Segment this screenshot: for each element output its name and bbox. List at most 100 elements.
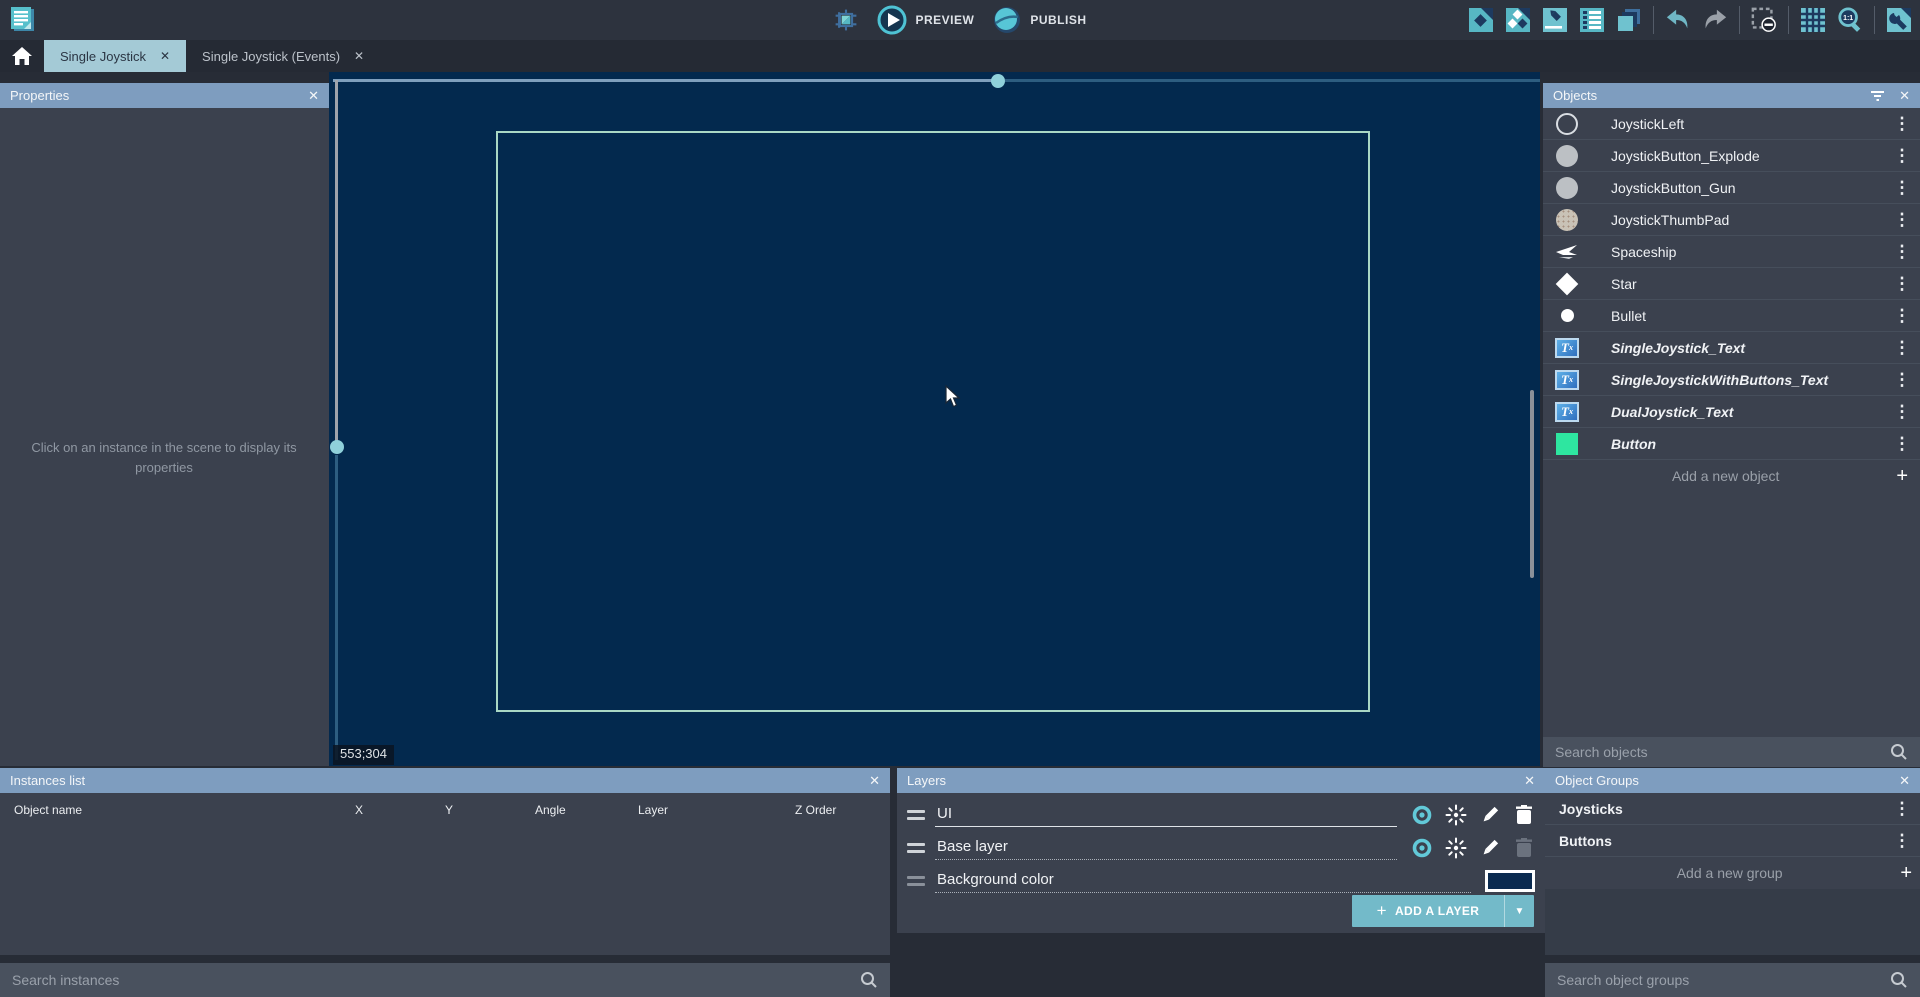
object-name: SingleJoystick_Text: [1611, 340, 1892, 356]
object-groups-title: Object Groups: [1555, 773, 1639, 788]
kebab-menu-icon[interactable]: ⋮: [1892, 242, 1912, 262]
background-color-label: Background color: [935, 869, 1471, 893]
objects-panel-title: Objects: [1553, 88, 1597, 103]
close-icon[interactable]: ✕: [1899, 88, 1910, 104]
add-layer-dropdown[interactable]: ▼: [1504, 895, 1534, 927]
zoom-1-1-icon[interactable]: 1:1: [1837, 7, 1863, 33]
visibility-eye-icon[interactable]: [1411, 837, 1433, 859]
grid-icon[interactable]: [1800, 7, 1826, 33]
group-name: Joysticks: [1559, 801, 1892, 817]
search-objects-input[interactable]: Search objects: [1543, 737, 1920, 767]
redo-icon[interactable]: [1702, 7, 1728, 33]
search-instances-input[interactable]: Search instances: [0, 963, 890, 997]
search-objects-placeholder: Search objects: [1555, 744, 1890, 760]
object-groups-icon[interactable]: [1505, 7, 1531, 33]
object-row[interactable]: Tx SingleJoystick_Text ⋮: [1543, 332, 1920, 364]
scene-canvas[interactable]: 553;304: [329, 72, 1540, 766]
visibility-eye-icon[interactable]: [1411, 804, 1433, 826]
close-icon[interactable]: ✕: [308, 88, 319, 104]
canvas-hscroll-track[interactable]: [1005, 79, 1540, 82]
background-color-row: Background color: [897, 864, 1545, 897]
search-icon: [1890, 971, 1908, 989]
svg-text:1:1: 1:1: [1843, 15, 1853, 22]
object-row[interactable]: Tx SingleJoystickWithButtons_Text ⋮: [1543, 364, 1920, 396]
add-layer-button[interactable]: + ADD A LAYER ▼: [1352, 895, 1534, 927]
kebab-menu-icon[interactable]: ⋮: [1892, 178, 1912, 198]
background-color-swatch[interactable]: [1485, 870, 1535, 892]
canvas-hscroll-track[interactable]: [333, 79, 995, 82]
home-tab-button[interactable]: [0, 40, 44, 72]
kebab-menu-icon[interactable]: ⋮: [1892, 274, 1912, 294]
object-row[interactable]: Bullet ⋮: [1543, 300, 1920, 332]
object-name: Star: [1611, 276, 1892, 292]
object-row[interactable]: Star ⋮: [1543, 268, 1920, 300]
add-object-button[interactable]: Add a new object +: [1543, 460, 1920, 492]
properties-edit-icon[interactable]: [1542, 7, 1568, 33]
add-group-button[interactable]: Add a new group +: [1545, 857, 1920, 889]
plus-icon: +: [1377, 901, 1387, 921]
preview-button[interactable]: PREVIEW: [877, 5, 974, 35]
properties-panel-body: Click on an instance in the scene to dis…: [0, 108, 329, 766]
globe-icon: [992, 5, 1022, 35]
instances-list-icon[interactable]: [1579, 7, 1605, 33]
objects-panel: Objects ✕: [1543, 83, 1920, 108]
kebab-menu-icon[interactable]: ⋮: [1892, 210, 1912, 230]
tab-single-joystick[interactable]: Single Joystick ✕: [44, 40, 186, 72]
instances-column-headers: Object nameXYAngleLayerZ Order: [0, 793, 890, 825]
debugger-icon[interactable]: [833, 7, 859, 33]
close-icon[interactable]: ✕: [1524, 773, 1535, 789]
kebab-menu-icon[interactable]: ⋮: [1892, 831, 1912, 851]
tab-single-joystick-events[interactable]: Single Joystick (Events) ✕: [186, 40, 380, 72]
canvas-right-scroll-handle[interactable]: [1530, 390, 1534, 578]
kebab-menu-icon[interactable]: ⋮: [1892, 338, 1912, 358]
object-row[interactable]: JoystickButton_Explode ⋮: [1543, 140, 1920, 172]
canvas-vscroll-track[interactable]: [335, 455, 338, 760]
close-icon[interactable]: ✕: [1899, 773, 1910, 789]
layer-name-field[interactable]: UI: [935, 803, 1397, 827]
group-row[interactable]: Joysticks ⋮: [1545, 793, 1920, 825]
canvas-hscroll-handle[interactable]: [991, 74, 1005, 88]
object-row[interactable]: JoystickThumbPad ⋮: [1543, 204, 1920, 236]
object-row[interactable]: Spaceship ⋮: [1543, 236, 1920, 268]
edit-pencil-icon[interactable]: [1479, 837, 1501, 859]
drag-handle-icon[interactable]: [907, 843, 925, 853]
text-icon: Tx: [1555, 336, 1579, 360]
object-row[interactable]: JoystickButton_Gun ⋮: [1543, 172, 1920, 204]
tab-label: Single Joystick: [60, 49, 146, 64]
canvas-vscroll-track[interactable]: [335, 80, 338, 447]
layer-effects-icon[interactable]: [1445, 804, 1467, 826]
tab-close-icon[interactable]: ✕: [160, 49, 170, 63]
kebab-menu-icon[interactable]: ⋮: [1892, 306, 1912, 326]
edit-pencil-icon[interactable]: [1479, 804, 1501, 826]
search-icon: [1890, 743, 1908, 761]
layer-name-field[interactable]: Base layer: [935, 836, 1397, 860]
canvas-vscroll-handle[interactable]: [330, 440, 344, 454]
search-object-groups-input[interactable]: Search object groups: [1545, 963, 1920, 997]
delete-trash-icon[interactable]: [1513, 804, 1535, 826]
settings-wrench-icon[interactable]: [1886, 7, 1912, 33]
delete-trash-icon[interactable]: [1513, 837, 1535, 859]
close-icon[interactable]: ✕: [869, 773, 880, 789]
filter-icon[interactable]: [1870, 90, 1885, 102]
tab-close-icon[interactable]: ✕: [354, 49, 364, 63]
layer-effects-icon[interactable]: [1445, 837, 1467, 859]
kebab-menu-icon[interactable]: ⋮: [1892, 370, 1912, 390]
kebab-menu-icon[interactable]: ⋮: [1892, 146, 1912, 166]
group-row[interactable]: Buttons ⋮: [1545, 825, 1920, 857]
object-name: JoystickThumbPad: [1611, 212, 1892, 228]
object-row[interactable]: Button ⋮: [1543, 428, 1920, 460]
drag-handle-icon: [907, 876, 925, 886]
objects-editor-icon[interactable]: [1468, 7, 1494, 33]
object-row[interactable]: Tx DualJoystick_Text ⋮: [1543, 396, 1920, 428]
kebab-menu-icon[interactable]: ⋮: [1892, 114, 1912, 134]
kebab-menu-icon[interactable]: ⋮: [1892, 402, 1912, 422]
kebab-menu-icon[interactable]: ⋮: [1892, 434, 1912, 454]
publish-button[interactable]: PUBLISH: [992, 5, 1086, 35]
layers-icon[interactable]: [1616, 7, 1642, 33]
drag-handle-icon[interactable]: [907, 810, 925, 820]
object-row[interactable]: JoystickLeft ⋮: [1543, 108, 1920, 140]
delete-selection-icon[interactable]: [1751, 7, 1777, 33]
kebab-menu-icon[interactable]: ⋮: [1892, 799, 1912, 819]
column-header: Angle: [535, 803, 566, 817]
undo-icon[interactable]: [1665, 7, 1691, 33]
